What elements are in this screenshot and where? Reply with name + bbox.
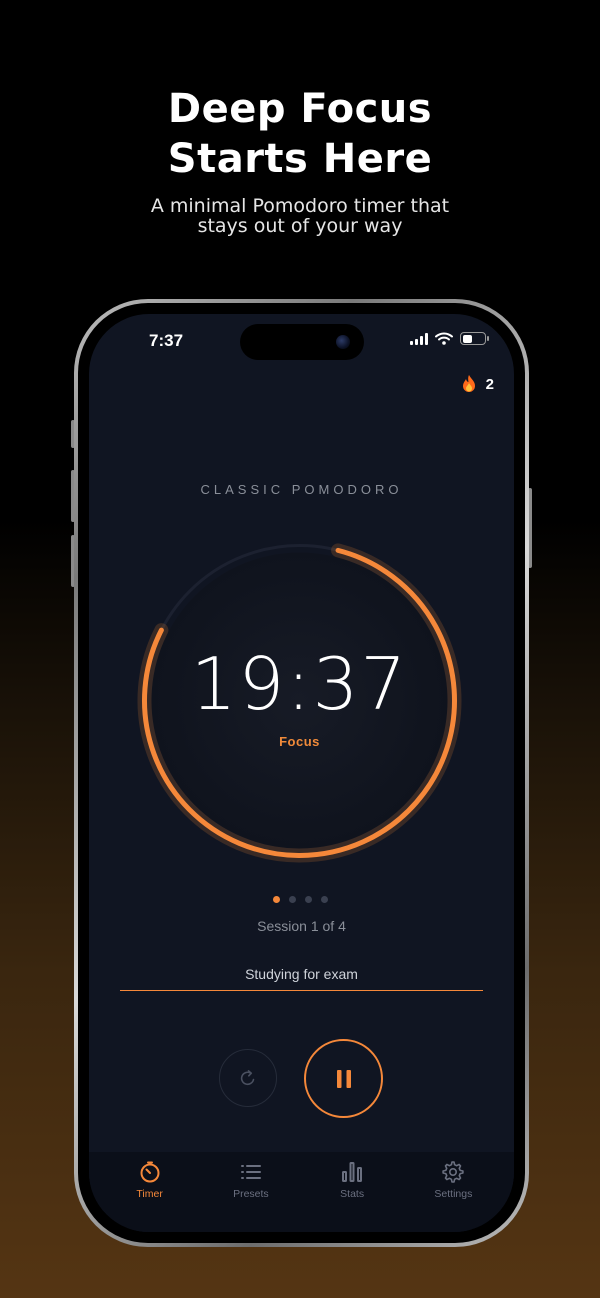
session-dot-4 (321, 896, 328, 903)
gear-icon (442, 1161, 465, 1183)
streak-badge[interactable]: 2 (460, 374, 494, 394)
task-input[interactable]: Studying for exam (120, 966, 483, 982)
session-dot-3 (305, 896, 312, 903)
session-dots (273, 896, 328, 903)
bar-chart-icon (342, 1162, 363, 1182)
session-dot-2 (289, 896, 296, 903)
dynamic-island (240, 324, 364, 360)
tab-presets[interactable]: Presets (211, 1160, 291, 1232)
tab-label-settings: Settings (434, 1188, 473, 1200)
reset-button[interactable] (219, 1049, 277, 1107)
streak-count: 2 (485, 375, 494, 393)
promo-title: Deep Focus Starts Here (0, 84, 600, 184)
tab-settings[interactable]: Settings (413, 1160, 493, 1232)
phone-screen: 7:37 2 CLASSIC POMODORO 19:37 Focus Sess… (89, 314, 514, 1232)
pause-icon (336, 1069, 351, 1088)
preset-name[interactable]: CLASSIC POMODORO (89, 482, 514, 497)
battery-icon (460, 332, 489, 345)
status-icons (410, 332, 489, 345)
session-dot-1 (273, 896, 280, 903)
tab-label-presets: Presets (233, 1188, 269, 1200)
task-underline (120, 990, 483, 991)
promo-title-line1: Deep Focus (167, 86, 433, 132)
timer-icon (140, 1161, 160, 1183)
list-icon (240, 1165, 261, 1179)
tab-timer[interactable]: Timer (110, 1160, 190, 1232)
timer-ring: 19:37 Focus (137, 538, 462, 863)
phase-label: Focus (279, 734, 320, 749)
promo-subtitle-line1: A minimal Pomodoro timer that (150, 195, 450, 217)
wifi-icon (435, 332, 453, 345)
promo-subtitle: A minimal Pomodoro timer that stays out … (0, 196, 600, 236)
reset-icon (240, 1070, 255, 1086)
status-time: 7:37 (149, 331, 184, 350)
battery-level (462, 334, 472, 343)
tab-label-stats: Stats (340, 1188, 365, 1200)
fire-icon (462, 375, 475, 392)
camera-icon (336, 335, 350, 349)
pause-button[interactable] (304, 1039, 383, 1118)
signal-icon (410, 332, 428, 345)
promo-subtitle-line2: stays out of your way (197, 215, 403, 237)
time-remaining: 19:37 (190, 642, 409, 726)
tab-label-timer: Timer (136, 1188, 163, 1200)
tab-bar: Timer Presets Stats Settings (89, 1152, 514, 1232)
session-counter: Session 1 of 4 (257, 918, 346, 934)
promo-title-line2: Starts Here (167, 136, 433, 182)
tab-stats[interactable]: Stats (312, 1160, 392, 1232)
